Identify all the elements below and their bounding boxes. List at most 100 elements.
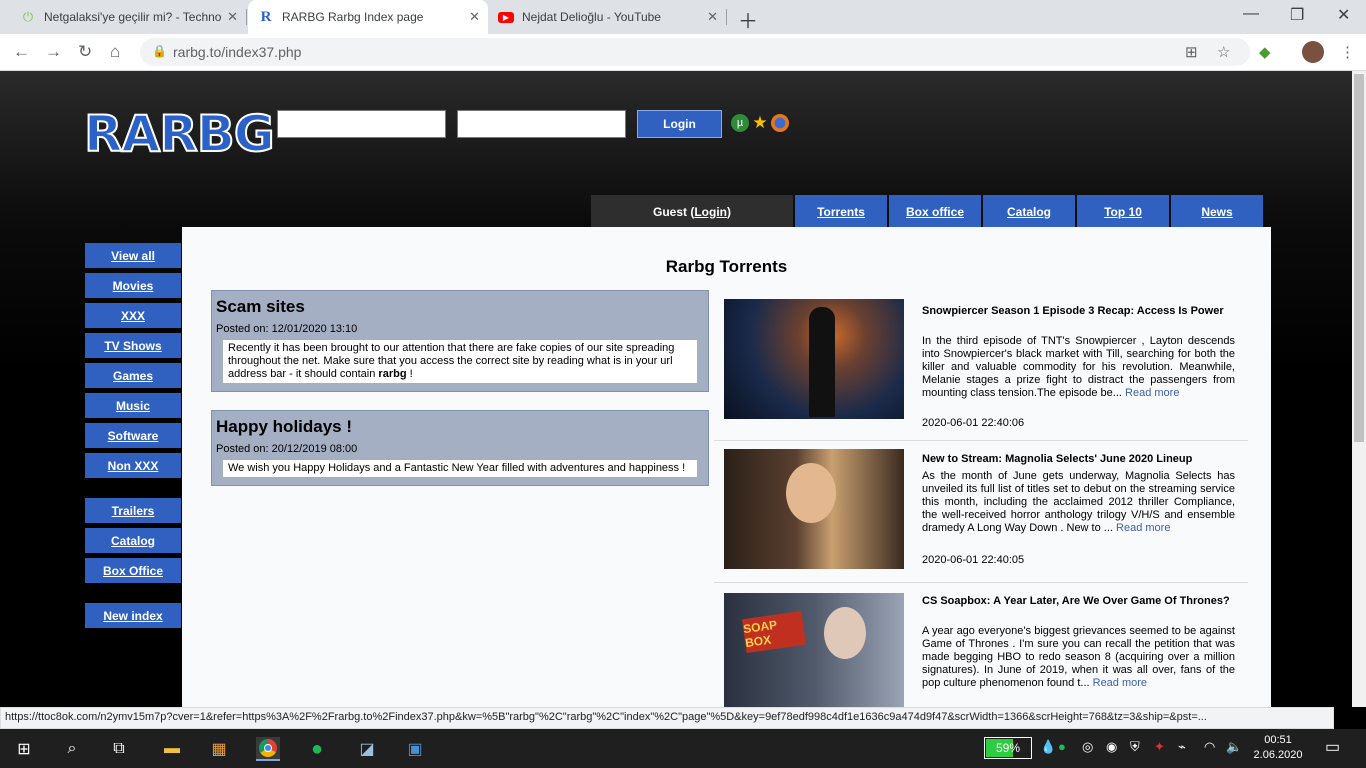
sidebar-item-games[interactable]: Games <box>85 363 181 388</box>
guest-prefix: Guest ( <box>653 204 695 219</box>
tab-youtube[interactable]: ▶ Nejdat Delioğlu - YouTube ✕ <box>488 0 726 34</box>
chrome-icon[interactable] <box>256 737 280 761</box>
taskbar-clock[interactable]: 00:51 2.06.2020 <box>1248 733 1308 763</box>
store-icon[interactable]: ▦ <box>207 737 231 761</box>
sidebar-item-non-xxx[interactable]: Non XXX <box>85 453 181 478</box>
nav-tab-news[interactable]: News <box>1171 195 1263 228</box>
close-tab-icon[interactable]: ✕ <box>227 9 238 25</box>
article-excerpt: A year ago everyone's biggest grievances… <box>922 625 1235 690</box>
sidebar-item-software[interactable]: Software <box>85 423 181 448</box>
home-icon[interactable]: ⌂ <box>110 42 120 62</box>
notification-icon[interactable]: ▭ <box>1325 737 1340 757</box>
maximize-icon[interactable]: ❐ <box>1290 5 1304 25</box>
tray-shield-icon[interactable]: ⛨ <box>1130 739 1140 755</box>
sidebar-item-trailers[interactable]: Trailers <box>85 498 181 523</box>
news-posted-date: Posted on: 12/01/2020 13:10 <box>216 323 358 335</box>
profile-avatar[interactable] <box>1302 41 1324 63</box>
nav-tab-box-office[interactable]: Box office <box>889 195 981 228</box>
rarbg-favicon-icon: R <box>260 8 272 25</box>
article-item: New to Stream: Magnolia Selects' June 20… <box>714 441 1248 583</box>
guest-login-link[interactable]: Login <box>694 205 727 219</box>
page-scrollbar[interactable] <box>1352 71 1366 707</box>
browser-toolbar: ← → ↻ ⌂ 🔒 rarbg.to/index37.php ⊞ ☆ ◆ ⋮ <box>0 34 1366 71</box>
tray-steam-icon[interactable]: ◎ <box>1082 739 1093 755</box>
wifi-icon[interactable]: ◠ <box>1204 739 1215 755</box>
omnibox[interactable]: 🔒 rarbg.to/index37.php ⊞ ☆ <box>140 38 1250 66</box>
nav-tab-top-10[interactable]: Top 10 <box>1077 195 1169 228</box>
rarbg-logo[interactable]: RARBG <box>83 106 276 162</box>
sidebar-item-tv-shows[interactable]: TV Shows <box>85 333 181 358</box>
nav-tab-torrents[interactable]: Torrents <box>795 195 887 228</box>
menu-icon[interactable]: ⋮ <box>1340 43 1355 61</box>
volume-icon[interactable]: 🔈 <box>1226 739 1242 755</box>
status-bar-url: https://ttoc8ok.com/n2ymv15m7p?cver=1&re… <box>0 707 1334 729</box>
app-icon[interactable]: ◪ <box>355 737 379 761</box>
task-view-icon[interactable]: ⧉ <box>107 737 131 761</box>
page-title: Rarbg Torrents <box>665 257 788 276</box>
firefox-icon[interactable] <box>771 114 789 132</box>
news-body-text: We wish you Happy Holidays and a Fantast… <box>228 462 686 474</box>
sidebar-item-view-all[interactable]: View all <box>85 243 181 268</box>
star-icon[interactable]: ★ <box>751 113 769 132</box>
read-more-link[interactable]: Read more <box>1125 387 1179 399</box>
article-title[interactable]: New to Stream: Magnolia Selects' June 20… <box>922 453 1235 466</box>
article-item: Snowpiercer Season 1 Episode 3 Recap: Ac… <box>714 295 1248 441</box>
extension-icon[interactable]: ◆ <box>1259 43 1271 61</box>
close-tab-icon[interactable]: ✕ <box>707 9 718 25</box>
close-tab-icon[interactable]: ✕ <box>469 9 480 25</box>
scrollbar-thumb[interactable] <box>1354 74 1364 442</box>
article-excerpt: In the third episode of TNT's Snowpierce… <box>922 335 1235 400</box>
tray-drop-icon[interactable]: 💧 <box>1040 739 1056 755</box>
utorrent-icon[interactable]: µ <box>731 114 749 132</box>
file-explorer-icon[interactable]: ▬ <box>160 737 184 761</box>
sidebar-item-xxx[interactable]: XXX <box>85 303 181 328</box>
tab-netgalaksi[interactable]: ⏻ Netgalaksi'ye geçilir mi? - Techno ✕ <box>10 0 246 34</box>
lock-icon[interactable]: 🔒 <box>152 44 167 58</box>
windows-start-icon[interactable]: ⊞ <box>12 737 36 761</box>
translate-icon[interactable]: ⊞ <box>1185 43 1198 61</box>
read-more-link[interactable]: Read more <box>1093 677 1147 689</box>
login-button[interactable]: Login <box>637 110 722 138</box>
tray-usb-icon[interactable]: ⌁ <box>1178 739 1186 755</box>
spotify-icon[interactable]: ● <box>305 737 329 761</box>
article-date: 2020-06-01 22:40:06 <box>922 417 1025 429</box>
search-icon[interactable]: ⌕ <box>60 737 84 761</box>
article-title[interactable]: CS Soapbox: A Year Later, Are We Over Ga… <box>922 595 1235 608</box>
tab-title: RARBG Rarbg Index page <box>282 10 424 24</box>
soapbox-logo: SOAP BOX <box>741 610 807 654</box>
article-thumbnail[interactable] <box>724 299 904 419</box>
nav-tab-catalog[interactable]: Catalog <box>983 195 1075 228</box>
read-more-link[interactable]: Read more <box>1116 522 1170 534</box>
battery-indicator[interactable]: 59% <box>984 737 1032 759</box>
sidebar-item-box-office[interactable]: Box Office <box>85 558 181 583</box>
guest-login-box: Guest (Login) <box>591 195 793 228</box>
reload-icon[interactable]: ↻ <box>78 42 92 62</box>
sidebar-item-new-index[interactable]: New index <box>85 603 181 628</box>
username-input[interactable] <box>277 110 446 138</box>
password-input[interactable] <box>457 110 626 138</box>
tray-red-icon[interactable]: ✦ <box>1154 739 1165 755</box>
tray-spotify-icon[interactable]: ● <box>1058 739 1066 754</box>
tray-app-icon[interactable]: ◉ <box>1106 739 1117 755</box>
main-content: Rarbg Torrents Scam sites Posted on: 12/… <box>182 227 1271 707</box>
back-icon[interactable]: ← <box>13 42 30 62</box>
article-thumbnail[interactable]: SOAP BOX <box>724 593 904 707</box>
bookmark-star-icon[interactable]: ☆ <box>1217 43 1230 61</box>
article-title[interactable]: Snowpiercer Season 1 Episode 3 Recap: Ac… <box>922 305 1235 318</box>
sidebar-item-music[interactable]: Music <box>85 393 181 418</box>
article-thumbnail[interactable] <box>724 449 904 569</box>
news-body: Recently it has been brought to our atte… <box>223 340 697 383</box>
app-icon-2[interactable]: ▣ <box>403 737 427 761</box>
tab-title: Nejdat Delioğlu - YouTube <box>522 10 661 24</box>
close-window-icon[interactable]: ✕ <box>1337 5 1350 25</box>
news-box-happy-holidays: Happy holidays ! Posted on: 20/12/2019 0… <box>211 410 709 486</box>
sidebar-item-movies[interactable]: Movies <box>85 273 181 298</box>
forward-icon[interactable]: → <box>45 42 62 62</box>
minimize-icon[interactable]: — <box>1243 5 1259 23</box>
news-body: We wish you Happy Holidays and a Fantast… <box>223 460 697 477</box>
tab-rarbg[interactable]: R RARBG Rarbg Index page ✕ <box>248 0 488 34</box>
figure-face <box>786 463 836 523</box>
new-tab-icon[interactable]: ＋ <box>738 5 758 34</box>
sidebar-item-catalog[interactable]: Catalog <box>85 528 181 553</box>
url-text[interactable]: rarbg.to/index37.php <box>173 44 301 60</box>
